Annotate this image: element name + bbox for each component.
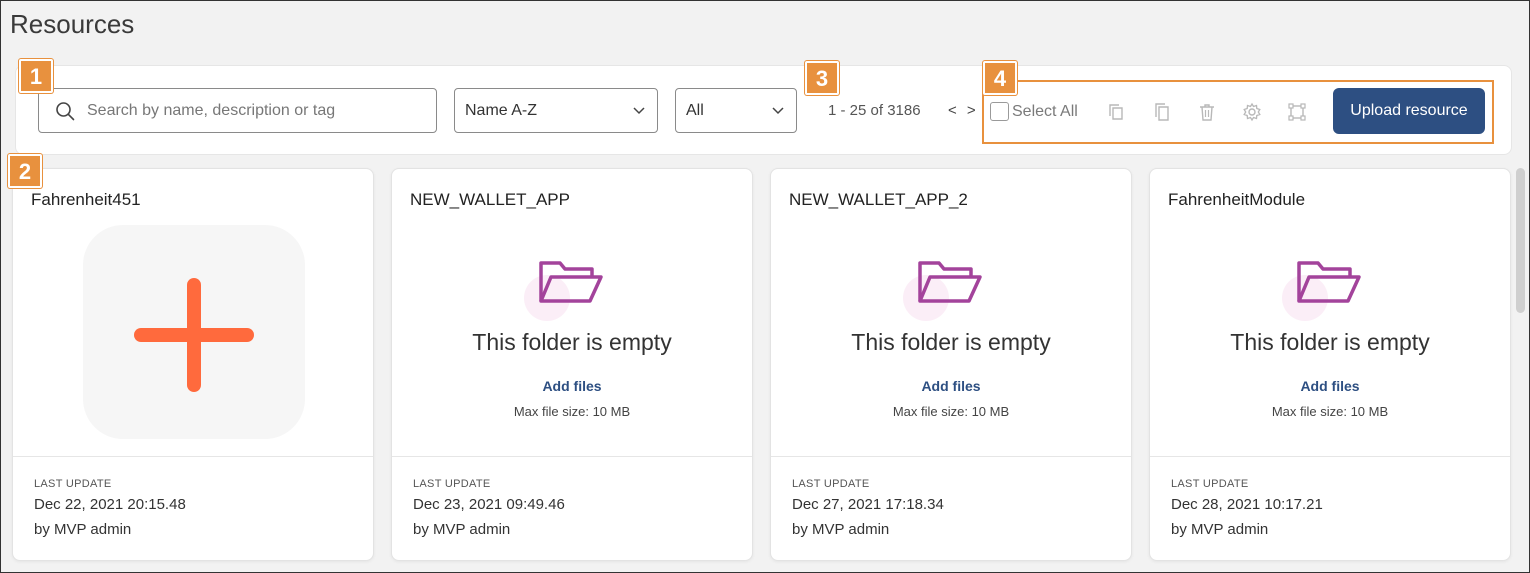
annotation-badge-1: 1 [19, 59, 53, 93]
search-input[interactable] [87, 101, 417, 120]
select-all-label: Select All [1012, 102, 1078, 120]
resource-card[interactable]: Fahrenheit451 LAST UPDATE Dec 22, 2021 2… [12, 168, 374, 561]
expand-icon[interactable] [1287, 102, 1307, 122]
last-update-author: by MVP admin [792, 521, 890, 538]
last-update-date: Dec 28, 2021 10:17.21 [1171, 496, 1323, 513]
annotation-badge-4: 4 [983, 61, 1017, 95]
copy-icon[interactable] [1107, 102, 1127, 122]
card-title: FahrenheitModule [1168, 190, 1306, 209]
last-update-author: by MVP admin [413, 521, 511, 538]
last-update-label: LAST UPDATE [1171, 478, 1249, 490]
card-divider [13, 456, 373, 457]
search-box[interactable] [38, 88, 437, 133]
card-title: NEW_WALLET_APP [410, 190, 570, 209]
last-update-label: LAST UPDATE [792, 478, 870, 490]
last-update-author: by MVP admin [1171, 521, 1269, 538]
resource-card[interactable]: FahrenheitModule This folder is empty Ad… [1149, 168, 1511, 561]
chevron-down-icon [772, 106, 784, 114]
card-title: NEW_WALLET_APP_2 [789, 190, 968, 209]
bulk-actions-group: Select All Upload resource [982, 80, 1494, 144]
search-icon [56, 101, 75, 120]
annotation-badge-3: 3 [805, 61, 839, 95]
pagination-arrows[interactable]: < > [948, 102, 979, 119]
last-update-author: by MVP admin [34, 521, 132, 538]
empty-folder-state: This folder is empty Add files Max file … [392, 259, 752, 419]
add-files-link[interactable]: Add files [771, 378, 1131, 394]
card-divider [1150, 456, 1510, 457]
select-all-checkbox[interactable] [990, 102, 1009, 121]
empty-folder-text: This folder is empty [472, 329, 672, 355]
gear-icon[interactable] [1242, 102, 1262, 122]
filter-select-value: All [686, 101, 704, 119]
card-title: Fahrenheit451 [31, 190, 141, 209]
last-update-label: LAST UPDATE [413, 478, 491, 490]
folder-open-icon [918, 261, 982, 303]
folder-open-icon [539, 261, 603, 303]
resource-card[interactable]: NEW_WALLET_APP_2 This folder is empty Ad… [770, 168, 1132, 561]
add-files-link[interactable]: Add files [1150, 378, 1510, 394]
filter-select[interactable]: All [675, 88, 797, 133]
sort-select-value: Name A-Z [465, 101, 538, 119]
scrollbar-thumb[interactable] [1516, 168, 1525, 313]
annotation-badge-2: 2 [8, 154, 42, 188]
resource-card[interactable]: NEW_WALLET_APP This folder is empty Add … [391, 168, 753, 561]
page-title: Resources [10, 9, 135, 39]
card-divider [392, 456, 752, 457]
last-update-date: Dec 23, 2021 09:49.46 [413, 496, 565, 513]
empty-folder-state: This folder is empty Add files Max file … [1150, 259, 1510, 419]
card-divider [771, 456, 1131, 457]
max-file-size: Max file size: 10 MB [1271, 404, 1389, 419]
add-files-link[interactable]: Add files [392, 378, 752, 394]
plus-icon [134, 278, 254, 392]
pagination-count: 1 - 25 of 3186 [828, 102, 921, 119]
last-update-label: LAST UPDATE [34, 478, 112, 490]
folder-open-icon [1297, 261, 1361, 303]
max-file-size: Max file size: 10 MB [892, 404, 1010, 419]
trash-icon[interactable] [1197, 102, 1217, 122]
empty-folder-text: This folder is empty [1230, 329, 1430, 355]
last-update-date: Dec 22, 2021 20:15.48 [34, 496, 186, 513]
select-all[interactable]: Select All [990, 102, 1078, 121]
last-update-date: Dec 27, 2021 17:18.34 [792, 496, 944, 513]
empty-folder-state: This folder is empty Add files Max file … [771, 259, 1131, 419]
chevron-down-icon [633, 106, 645, 114]
duplicate-icon[interactable] [1152, 102, 1172, 122]
empty-folder-text: This folder is empty [851, 329, 1051, 355]
toolbar: Name A-Z All 1 - 25 of 3186 < > Select A… [15, 65, 1512, 155]
upload-resource-button[interactable]: Upload resource [1333, 88, 1485, 134]
resource-thumbnail [83, 225, 305, 439]
sort-select[interactable]: Name A-Z [454, 88, 658, 133]
max-file-size: Max file size: 10 MB [513, 404, 631, 419]
